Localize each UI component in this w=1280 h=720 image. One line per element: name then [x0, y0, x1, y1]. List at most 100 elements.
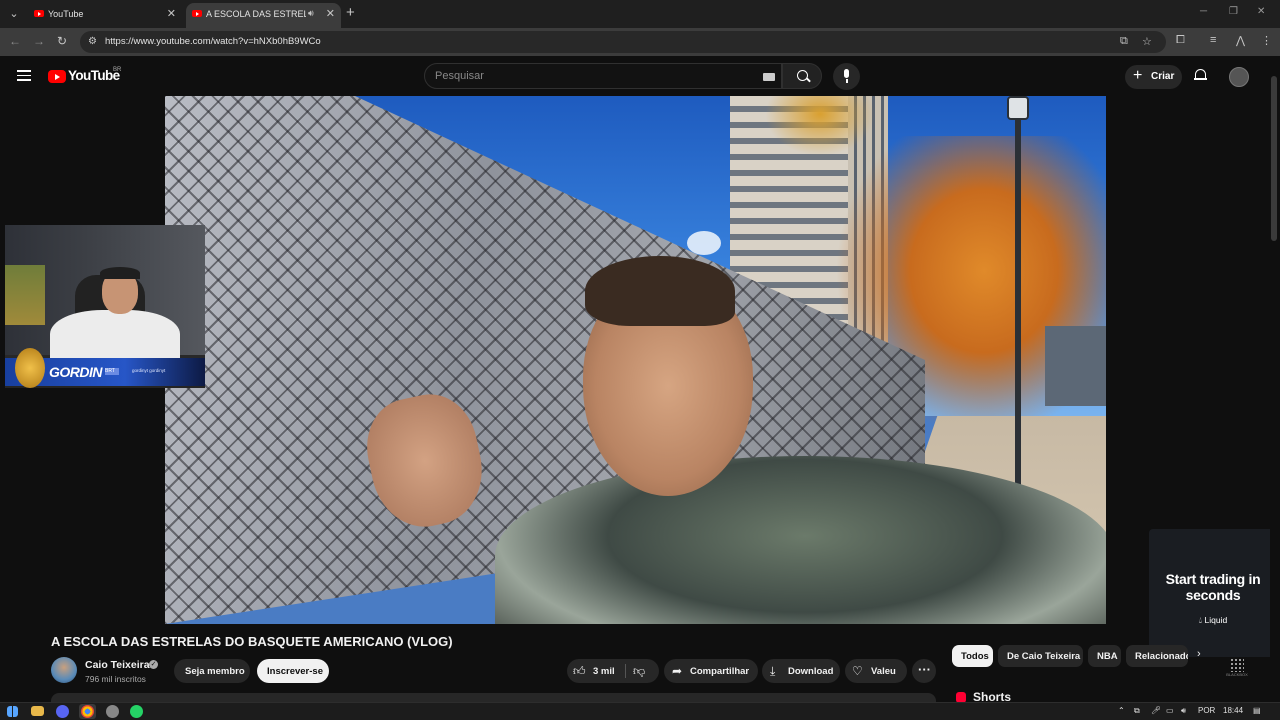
tab-close-icon[interactable]: ✕	[167, 7, 176, 20]
search-button[interactable]	[782, 63, 822, 89]
video-frame-lamp-head	[1007, 96, 1029, 120]
streamer-webcam-overlay: GORDIN BRT gordinyt gordinyt	[5, 225, 205, 388]
notification-center-icon[interactable]: ▤	[1253, 706, 1261, 715]
chevron-right-icon[interactable]: ›	[1197, 648, 1201, 660]
back-icon[interactable]: ←	[9, 34, 21, 48]
subscriber-count: 796 mil inscritos	[85, 674, 146, 684]
reload-icon[interactable]: ↻	[57, 34, 67, 48]
channel-avatar[interactable]	[51, 657, 77, 683]
chrome-icon[interactable]	[81, 705, 94, 718]
tray-volume-icon[interactable]: 🔊︎	[1181, 706, 1186, 716]
chip-label: Todos	[961, 651, 989, 662]
verified-badge-icon: ✓	[149, 660, 158, 669]
chip-label: De Caio Teixeira	[1007, 651, 1081, 662]
like-dislike-group: 👍︎ 3 mil 👎︎	[567, 659, 659, 683]
video-frame-lamp-post	[1015, 106, 1021, 536]
account-avatar[interactable]	[1229, 67, 1249, 87]
search-placeholder: Pesquisar	[435, 70, 484, 82]
extensions-icon[interactable]: ⧠	[1176, 34, 1185, 47]
notifications-bell-icon[interactable]	[1194, 68, 1207, 82]
discord-icon[interactable]	[56, 705, 69, 718]
like-icon[interactable]: 👍︎	[573, 664, 586, 679]
scrollbar-thumb[interactable]	[1271, 76, 1277, 241]
more-actions-button[interactable]: ···	[912, 659, 936, 683]
tray-chevron-icon[interactable]: ⌃	[1118, 706, 1125, 715]
url-text[interactable]: https://www.youtube.com/watch?v=hNXb0hB9…	[105, 36, 321, 47]
site-info-icon[interactable]: ⚙︎	[88, 36, 97, 47]
tab-title: A ESCOLA DAS ESTRELAS D	[206, 9, 306, 19]
restore-icon[interactable]: ❐	[1229, 6, 1238, 17]
streamer-name: GORDIN	[49, 364, 103, 380]
share-button[interactable]: ➦ Compartilhar	[664, 659, 758, 683]
youtube-logo-icon[interactable]	[48, 70, 66, 83]
video-frame-cloud	[687, 231, 721, 255]
tab-youtube[interactable]: YouTube ✕	[28, 3, 182, 28]
thanks-button[interactable]: ♡ Valeu	[845, 659, 907, 683]
browser-toolbar: ← → ↻ ⚙︎ https://www.youtube.com/watch?v…	[0, 28, 1280, 56]
whatsapp-icon[interactable]	[130, 705, 143, 718]
download-label: Download	[788, 666, 834, 677]
download-icon: ⤓	[770, 664, 776, 678]
tab-dropdown-icon[interactable]: ⌄	[5, 5, 23, 23]
channel-name[interactable]: Caio Teixeira	[85, 659, 150, 671]
video-title: A ESCOLA DAS ESTRELAS DO BASQUETE AMERIC…	[51, 634, 453, 649]
address-bar[interactable]: ⚙︎ https://www.youtube.com/watch?v=hNXb0…	[80, 31, 1166, 53]
more-actions-icon: ···	[918, 662, 931, 677]
sidebar-ad[interactable]: Start trading in seconds 💧︎ Liquid	[1149, 529, 1277, 657]
like-count[interactable]: 3 mil	[593, 666, 615, 677]
video-player[interactable]	[165, 96, 1106, 624]
windows-start-icon[interactable]	[7, 706, 18, 717]
youtube-favicon-icon	[192, 10, 202, 17]
ad-brand: 💧︎ Liquid	[1198, 615, 1228, 625]
chip-all[interactable]: Todos	[952, 645, 993, 667]
tray-mic-icon[interactable]: 🎤︎	[1151, 706, 1161, 715]
like-divider	[625, 664, 626, 678]
profile-icon[interactable]: ⋀	[1236, 34, 1245, 47]
audio-playing-icon[interactable]: 🔊︎	[308, 8, 314, 19]
create-button[interactable]: + Criar	[1125, 65, 1182, 89]
super-thanks-icon: ♡	[852, 664, 863, 678]
tray-display-icon[interactable]: ▭	[1166, 706, 1174, 715]
chip-related[interactable]: Relacionados	[1126, 645, 1188, 667]
ad-headline: Start trading in seconds	[1165, 571, 1261, 603]
minimize-icon[interactable]: ─	[1200, 6, 1207, 17]
bookmark-star-icon[interactable]: ☆	[1142, 35, 1152, 48]
new-tab-icon[interactable]: +	[346, 5, 355, 21]
dislike-icon[interactable]: 👎︎	[633, 664, 645, 679]
menu-kebab-icon[interactable]: ⋮	[1261, 34, 1272, 47]
tray-language[interactable]: POR	[1198, 706, 1215, 715]
youtube-header: YouTube BR Pesquisar + Criar	[0, 56, 1280, 96]
chip-nba[interactable]: NBA	[1088, 645, 1121, 667]
youtube-logo-text[interactable]: YouTube	[68, 68, 120, 83]
tab-video[interactable]: A ESCOLA DAS ESTRELAS D 🔊︎ ✕	[186, 3, 341, 28]
blackbox-logo-icon	[1230, 658, 1244, 672]
chip-label: Relacionados	[1135, 651, 1188, 662]
obs-icon[interactable]	[106, 705, 119, 718]
tray-app-icon[interactable]: ⧉	[1134, 706, 1140, 716]
close-window-icon[interactable]: ✕	[1257, 6, 1265, 17]
join-button[interactable]: Seja membro	[174, 659, 250, 683]
media-icon[interactable]: ≡	[1210, 34, 1216, 46]
windows-taskbar: ⌃ ⧉ 🎤︎ ▭ 🔊︎ POR 18:44 ▤	[0, 702, 1280, 720]
download-button[interactable]: ⤓ Download	[762, 659, 840, 683]
webcam-cap	[100, 267, 140, 279]
voice-search-icon[interactable]	[833, 63, 860, 90]
blackbox-logo: BLACKBOX	[1224, 658, 1250, 680]
search-input[interactable]: Pesquisar	[424, 63, 782, 89]
region-code: BR	[113, 67, 122, 73]
tab-close-icon[interactable]: ✕	[326, 7, 335, 20]
keyboard-icon[interactable]	[763, 73, 775, 81]
cast-icon[interactable]: ⧉	[1120, 35, 1128, 48]
tray-clock[interactable]: 18:44	[1223, 706, 1243, 715]
share-label: Compartilhar	[690, 666, 750, 677]
chip-from-channel[interactable]: De Caio Teixeira	[998, 645, 1083, 667]
file-explorer-icon[interactable]	[31, 706, 44, 716]
forward-icon[interactable]: →	[33, 34, 45, 48]
video-frame-building-right	[1045, 326, 1106, 406]
share-icon: ➦	[672, 664, 683, 678]
video-frame-person-hair	[585, 256, 735, 326]
page-scrollbar[interactable]	[1270, 66, 1278, 698]
subscribe-button[interactable]: Inscrever-se	[257, 659, 329, 683]
hamburger-menu-icon[interactable]	[17, 70, 31, 82]
ad-brand-name: Liquid	[1204, 615, 1228, 625]
